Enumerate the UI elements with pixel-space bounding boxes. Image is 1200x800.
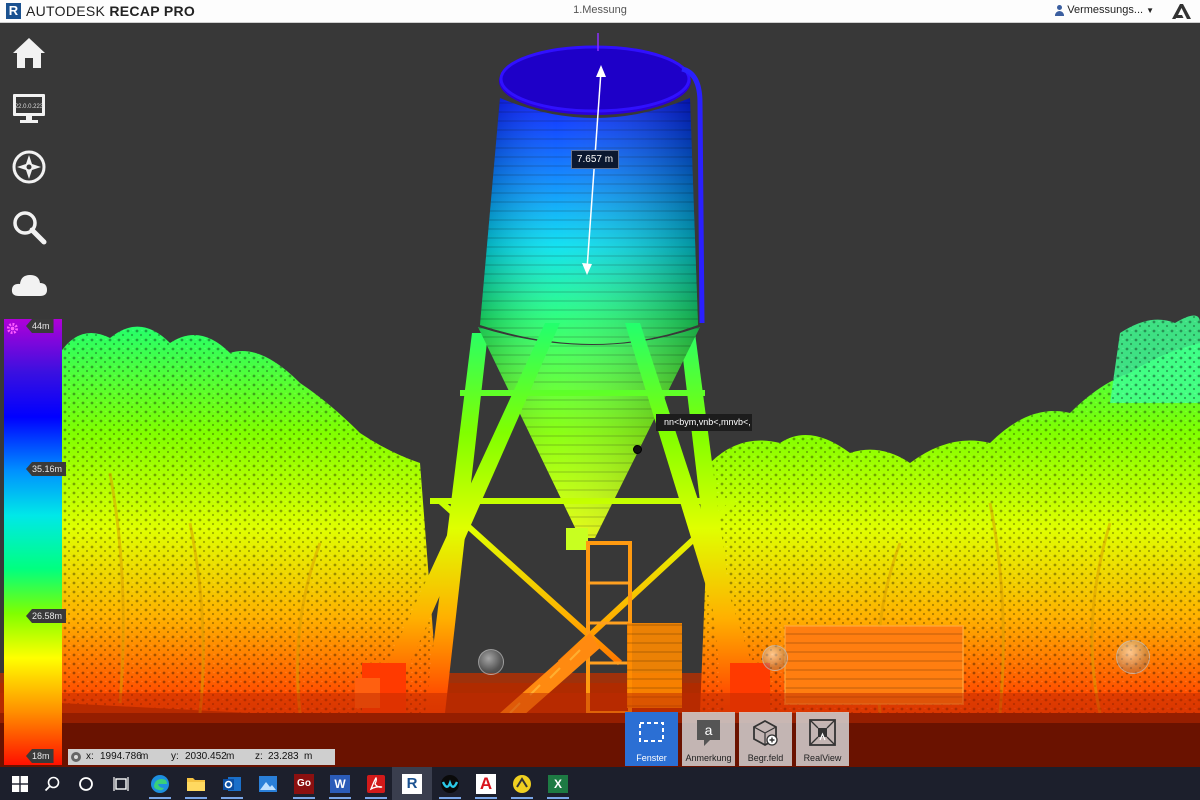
measurement-label[interactable]: 7.657 m [571, 150, 619, 169]
windows-icon [12, 775, 28, 792]
limit-box-icon [753, 719, 778, 747]
taskbar-edge[interactable] [140, 767, 180, 800]
coord-z-label: z: [255, 751, 263, 762]
coord-y-value: 2030.452 [185, 751, 227, 762]
recap-logo-icon: R [6, 3, 21, 19]
coord-z-unit: m [304, 751, 313, 762]
title-bar: R AUTODESK RECAP PRO 1.Messung Vermessun… [0, 0, 1200, 23]
gear-icon[interactable] [6, 322, 19, 335]
begrfeld-tool-label: Begr.feld [747, 753, 784, 763]
taskbar-app-go[interactable]: Go [284, 767, 324, 800]
compass-icon[interactable] [8, 146, 50, 188]
coord-x-value: 1994.786 [100, 751, 142, 762]
anmerkung-tool-label: Anmerkung [685, 753, 732, 763]
annotation-icon: a [697, 720, 720, 746]
elevation-gradient [4, 319, 62, 765]
home-icon[interactable] [8, 32, 50, 74]
monitor-icon[interactable]: 22.0.0.223 [8, 87, 50, 129]
fenster-tool-label: Fenster [636, 753, 667, 763]
app-go-icon: Go [294, 773, 314, 794]
app-brand: R AUTODESK RECAP PRO [6, 2, 195, 20]
circle-icon [79, 776, 93, 791]
anmerkung-tool-button[interactable]: a Anmerkung [682, 712, 735, 766]
word-icon: W [330, 774, 350, 793]
taskbar-word[interactable]: W [320, 767, 360, 800]
acrobat-icon [367, 774, 385, 793]
taskbar-autocad[interactable]: A [466, 767, 506, 800]
autocad-icon: A [476, 773, 496, 794]
realview-icon [809, 719, 836, 746]
scale-tick-mid-high: 35.16m [26, 462, 67, 476]
taskbar-excel[interactable]: X [538, 767, 578, 800]
taskbar-outlook[interactable] [212, 767, 252, 800]
yellow-app-icon [513, 774, 531, 793]
begrfeld-tool-button[interactable]: Begr.feld [739, 712, 792, 766]
target-icon [71, 752, 81, 762]
brand-product: RECAP PRO [109, 3, 196, 19]
autodesk-logo-icon [1172, 4, 1191, 19]
edge-icon [151, 774, 169, 793]
recap-icon: R [402, 773, 422, 794]
taskbar-webex[interactable] [430, 767, 470, 800]
fenster-tool-button[interactable]: Fenster [625, 712, 678, 766]
brand-prefix: AUTODESK [26, 3, 106, 19]
annotation-label[interactable]: nn<bym,vnb<,mnvb<, [656, 414, 752, 431]
photos-icon [259, 775, 277, 792]
coord-x-unit: m [140, 751, 149, 762]
taskbar-recap[interactable]: R [392, 767, 432, 800]
coordinate-readout: x: 1994.786 m y: 2030.452 m z: 23.283 m [68, 749, 335, 765]
user-icon [1055, 4, 1065, 16]
outlook-icon [223, 776, 241, 791]
user-menu[interactable]: Vermessungs... ▼ [1055, 4, 1154, 16]
task-view-icon [113, 776, 129, 791]
cloud-icon[interactable] [8, 264, 50, 306]
taskbar-acrobat[interactable] [356, 767, 396, 800]
annotation-pin-icon[interactable] [633, 445, 642, 454]
webex-icon [441, 774, 459, 793]
taskbar-file-explorer[interactable] [176, 767, 216, 800]
task-view-button[interactable] [101, 767, 141, 800]
excel-icon: X [548, 774, 568, 793]
user-name: Vermessungs... [1067, 4, 1144, 16]
scan-location-marker[interactable] [762, 645, 788, 671]
tool-palette: Fenster a Anmerkung Begr.feld RealView [625, 712, 849, 766]
realview-tool-label: RealView [803, 753, 842, 763]
chevron-down-icon: ▼ [1146, 5, 1154, 15]
annotation-glyph: a [705, 722, 713, 738]
realview-tool-button[interactable]: RealView [796, 712, 849, 766]
magnifier-icon[interactable] [8, 206, 50, 248]
scale-tick-mid-low: 26.58m [26, 609, 67, 623]
app-name: AUTODESK RECAP PRO [26, 3, 195, 19]
windows-taskbar: Go W R A X [0, 767, 1200, 800]
taskbar-app-yellow[interactable] [502, 767, 542, 800]
monitor-label: 22.0.0.223 [15, 104, 44, 110]
coord-y-unit: m [226, 751, 235, 762]
scan-location-marker[interactable] [478, 649, 504, 675]
point-cloud-viewport[interactable]: 22.0.0.223 44m 35.16m 26.58m 18m 7.657 m… [0, 23, 1200, 767]
window-select-icon [639, 722, 664, 742]
scan-location-marker[interactable] [1116, 640, 1150, 674]
search-icon [44, 776, 60, 791]
coord-x-label: x: [86, 751, 94, 762]
coord-z-value: 23.283 [268, 751, 299, 762]
coord-y-label: y: [171, 751, 179, 762]
folder-icon [187, 777, 205, 791]
taskbar-photos[interactable] [248, 767, 288, 800]
elevation-scale-bar: 44m 35.16m 26.58m 18m [4, 319, 67, 765]
cortana-button[interactable] [66, 767, 106, 800]
point-cloud-scene [0, 33, 1200, 767]
